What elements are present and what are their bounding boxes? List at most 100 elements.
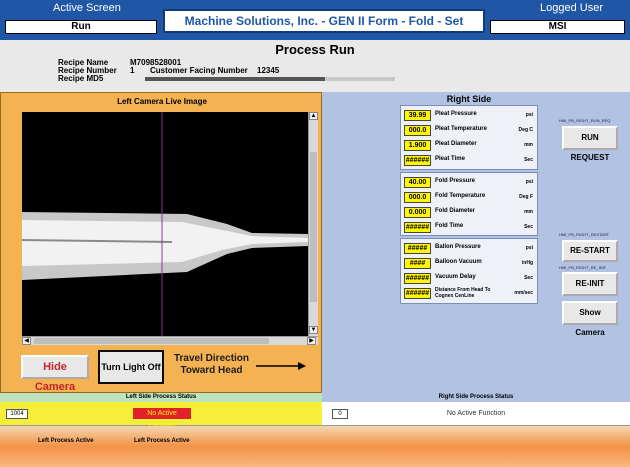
left-camera-title: Left Camera Live Image [117, 97, 207, 106]
param-value[interactable]: 000.0 [404, 192, 431, 203]
arrow-right-icon [256, 362, 306, 370]
param-unit: psi [525, 245, 533, 251]
param-name: Vacuum Delay [435, 274, 476, 280]
param-unit: mm [524, 209, 533, 215]
param-unit: psi [525, 179, 533, 185]
param-name: Fold Diameter [435, 208, 476, 214]
param-name: Pleat Pressure [435, 111, 477, 117]
reinit-tag: HMI_PB_RIGHT_RE_INIT [559, 265, 607, 270]
left-camera-panel: Left Camera Live Image ▲ ▼ ◀ ▶ Hide Came… [0, 92, 322, 393]
param-value[interactable]: ###### [404, 222, 431, 233]
scroll-thumb[interactable] [310, 152, 317, 302]
scroll-down-icon[interactable]: ▼ [309, 326, 318, 334]
param-unit: inHg [521, 260, 533, 266]
logged-user-label: Logged User [540, 2, 603, 14]
hscroll-thumb[interactable] [34, 338, 269, 344]
app-title: Machine Solutions, Inc. - GEN II Form - … [163, 9, 485, 48]
param-value[interactable]: #### [404, 258, 431, 269]
active-screen-value: Run [5, 20, 157, 34]
param-row: ##### Ballon Pressure psi [401, 241, 537, 256]
run-request-tag: HMI_PB_RIGHT_RUN_REQ [559, 118, 611, 123]
param-name: Fold Time [435, 223, 464, 229]
param-name: Pleat Diameter [435, 141, 477, 147]
param-value[interactable]: 000.0 [404, 125, 431, 136]
param-row: 1.900 Pleat Diameter mm [401, 138, 537, 153]
left-status-code: 1004 [6, 409, 28, 419]
param-row: 000.0 Pleat Temperature Deg C [401, 123, 537, 138]
param-row: ###### Vacuum Delay Sec [401, 271, 537, 286]
param-value[interactable]: ##### [404, 243, 431, 254]
param-value[interactable]: 0.000 [404, 207, 431, 218]
param-unit: Sec [524, 157, 533, 163]
footer-item-1: Left Process Active [38, 438, 94, 444]
right-side-panel: Right Side 39.99 Pleat Pressure psi 000.0 P… [322, 92, 630, 393]
param-name: Balloon Vacuum [435, 259, 482, 265]
restart-tag: HMI_PB_RIGHT_RESTART [559, 232, 610, 237]
camera-live-image [22, 112, 308, 336]
left-status-message: No Active Function [133, 408, 191, 428]
param-name: Fold Temperature [435, 193, 486, 199]
logged-user-value: MSI [490, 20, 625, 34]
progress-bar [145, 77, 395, 81]
right-status-title: Right Side Process Status [322, 393, 630, 402]
turn-light-off-label: Turn Light Off [101, 362, 161, 372]
param-unit: Sec [524, 275, 533, 281]
reinit-button[interactable]: RE-INIT [562, 272, 618, 296]
param-value[interactable]: 40.00 [404, 177, 431, 188]
hide-camera-button[interactable]: Hide Camera [21, 355, 89, 393]
scroll-left-icon[interactable]: ◀ [22, 337, 31, 345]
right-status-message: No Active Function [446, 410, 506, 417]
param-row: 40.00 Fold Pressure psi [401, 175, 537, 190]
progress-fill [145, 77, 325, 81]
param-row: ###### Pleat Time Sec [401, 153, 537, 168]
page-title: Process Run [275, 42, 355, 57]
right-side-title: Right Side [446, 94, 492, 104]
param-unit: mm/sec [514, 290, 533, 296]
scroll-right-icon[interactable]: ▶ [307, 337, 316, 345]
footer-item-2: Left Process Active [134, 438, 190, 444]
travel-line-1: Travel Direction [173, 353, 250, 364]
param-value[interactable]: ###### [404, 288, 431, 299]
balloon-group: ##### Ballon Pressure psi #### Balloon Vacu… [400, 238, 538, 304]
catheter-image [22, 112, 308, 336]
left-status-title: Left Side Process Status [0, 393, 322, 402]
param-unit: mm [524, 142, 533, 148]
top-bar: Active Screen Run Machine Solutions, Inc… [0, 0, 630, 48]
header: Process Run Recipe Name M7098528001 Reci… [0, 40, 630, 92]
travel-direction-label: Travel Direction Toward Head [169, 353, 254, 377]
param-value[interactable]: 1.900 [404, 140, 431, 151]
camera-horizontal-scrollbar[interactable]: ◀ ▶ [22, 336, 318, 345]
param-name: Pleat Time [435, 156, 465, 162]
scroll-up-icon[interactable]: ▲ [309, 112, 318, 120]
param-name: Fold Pressure [435, 178, 476, 184]
customer-facing-value: 12345 [257, 66, 280, 75]
restart-button[interactable]: RE-START [562, 240, 618, 262]
fold-group: 40.00 Fold Pressure psi 000.0 Fold Temperat… [400, 172, 538, 236]
travel-line-2: Toward Head [180, 365, 243, 376]
param-value[interactable]: ###### [404, 273, 431, 284]
param-unit: Deg C [518, 127, 533, 133]
param-name: Ballon Pressure [435, 244, 481, 250]
param-name: Distance From Head To Cognex CenLine [435, 287, 491, 299]
param-row: ###### Distance From Head To Cognex CenLi… [401, 286, 537, 301]
param-row: ###### Fold Time Sec [401, 220, 537, 235]
param-unit: Deg F [519, 194, 533, 200]
turn-light-off-button[interactable]: Turn Light Off [98, 350, 164, 384]
param-value[interactable]: 39.99 [404, 110, 431, 121]
recipe-number-value: 1 [130, 66, 135, 75]
param-name: Pleat Temperature [435, 126, 487, 132]
param-row: #### Balloon Vacuum inHg [401, 256, 537, 271]
run-request-button[interactable]: RUN REQUEST [562, 126, 618, 162]
param-row: 0.000 Fold Diameter mm [401, 205, 537, 220]
param-row: 000.0 Fold Temperature Deg F [401, 190, 537, 205]
camera-vertical-scrollbar[interactable]: ▲ ▼ [308, 112, 318, 336]
param-row: 39.99 Pleat Pressure psi [401, 108, 537, 123]
footer: Left Process Active Left Process Active [0, 426, 630, 467]
active-screen-label: Active Screen [53, 2, 121, 14]
customer-facing-label: Customer Facing Number [150, 66, 248, 75]
param-value[interactable]: ###### [404, 155, 431, 166]
show-camera-button[interactable]: Show Camera [562, 301, 618, 337]
pleat-group: 39.99 Pleat Pressure psi 000.0 Pleat Temper… [400, 105, 538, 170]
left-status-bar: 1004 No Active Function [0, 402, 322, 428]
recipe-md5-label: Recipe MD5 [58, 74, 104, 83]
